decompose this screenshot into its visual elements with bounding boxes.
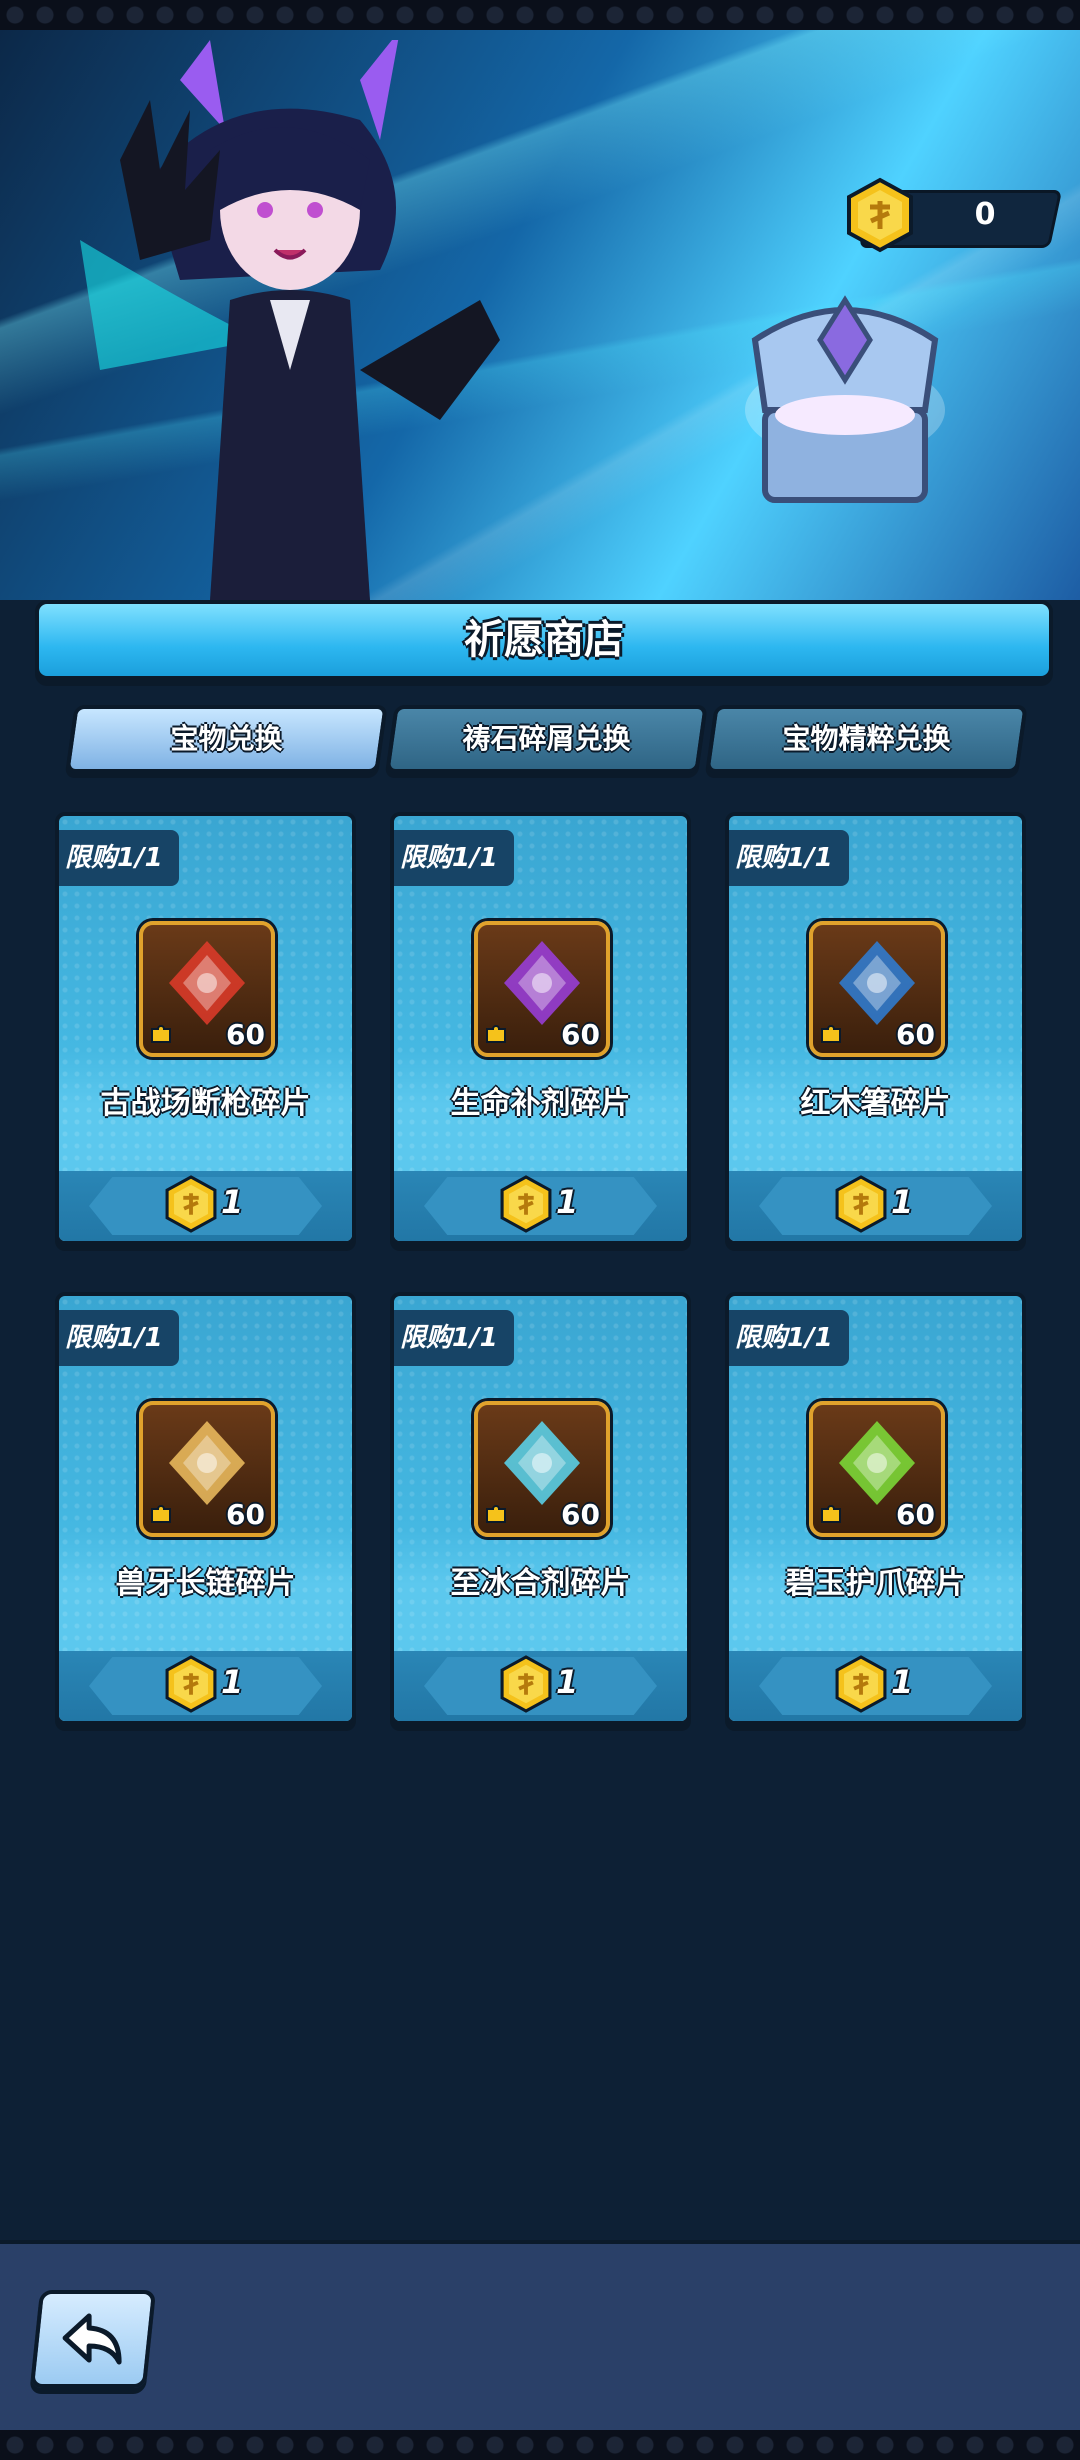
top-frame (0, 0, 1080, 30)
character-illustration (80, 40, 500, 600)
item-icon-frame: 60 (809, 1401, 945, 1537)
gold-coin-icon (835, 1175, 887, 1233)
item-name: 生命补剂碎片 (450, 1086, 631, 1121)
purchase-limit: 限购1/1 (65, 843, 163, 873)
bottom-panel (0, 2240, 1080, 2434)
back-arrow-icon (62, 2313, 122, 2365)
price-bar[interactable]: 1 (729, 1171, 1022, 1241)
item-name: 碧玉护爪碎片 (785, 1566, 966, 1601)
fragment-count: 60 (561, 1018, 600, 1051)
price-bar[interactable]: 1 (59, 1651, 352, 1721)
tab-treasure-essence-exchange[interactable]: 宝物精粹兑换 (705, 705, 1028, 773)
shop-item-card[interactable]: 限购1/1 60 兽牙长链碎片 1 (55, 1292, 356, 1725)
item-icon-frame: 60 (809, 921, 945, 1057)
item-name: 红木箸碎片 (800, 1086, 951, 1121)
fragment-icon (151, 1505, 171, 1523)
price-bar[interactable]: 1 (729, 1651, 1022, 1721)
item-icon-frame: 60 (474, 1401, 610, 1537)
tab-label: 宝物精粹兑换 (782, 722, 951, 755)
page-title: 祈愿商店 (464, 617, 624, 663)
treasure-chest-icon (745, 295, 945, 503)
fragment-count: 60 (561, 1498, 600, 1531)
tab-label: 祷石碎屑兑换 (462, 722, 631, 755)
item-icon-frame: 60 (139, 1401, 275, 1537)
item-price: 1 (891, 1663, 914, 1701)
purchase-limit: 限购1/1 (735, 1323, 833, 1353)
tab-treasure-exchange[interactable]: 宝物兑换 (65, 705, 388, 773)
fragment-icon (821, 1505, 841, 1523)
tab-prayer-stone-exchange[interactable]: 祷石碎屑兑换 (385, 705, 708, 773)
purchase-limit-badge: 限购1/1 (729, 1310, 849, 1366)
item-price: 1 (556, 1663, 579, 1701)
gold-coin-icon (165, 1655, 217, 1713)
purchase-limit-badge: 限购1/1 (59, 1310, 179, 1366)
item-icon-frame: 60 (139, 921, 275, 1057)
gold-coin-icon (847, 177, 913, 253)
price-bar[interactable]: 1 (394, 1171, 687, 1241)
back-button[interactable] (29, 2290, 157, 2388)
gold-coin-icon (500, 1655, 552, 1713)
fragment-icon (821, 1025, 841, 1043)
purchase-limit-badge: 限购1/1 (394, 1310, 514, 1366)
fragment-icon (486, 1505, 506, 1523)
item-price: 1 (221, 1183, 244, 1221)
shop-title-bar: 祈愿商店 (35, 600, 1053, 680)
gold-coin-icon (835, 1655, 887, 1713)
purchase-limit-badge: 限购1/1 (59, 830, 179, 886)
purchase-limit: 限购1/1 (400, 843, 498, 873)
gold-coin-icon (165, 1175, 217, 1233)
shop-item-card[interactable]: 限购1/1 60 红木箸碎片 1 (725, 812, 1026, 1245)
tab-bar: 宝物兑换 祷石碎屑兑换 宝物精粹兑换 (65, 705, 1028, 773)
fragment-count: 60 (226, 1498, 265, 1531)
gold-coin-icon (500, 1175, 552, 1233)
item-name: 至冰合剂碎片 (450, 1566, 631, 1601)
bottom-frame (0, 2430, 1080, 2460)
purchase-limit: 限购1/1 (400, 1323, 498, 1353)
price-bar[interactable]: 1 (59, 1171, 352, 1241)
purchase-limit-badge: 限购1/1 (394, 830, 514, 886)
item-icon-frame: 60 (474, 921, 610, 1057)
price-bar[interactable]: 1 (394, 1651, 687, 1721)
fragment-count: 60 (896, 1498, 935, 1531)
shop-item-card[interactable]: 限购1/1 60 碧玉护爪碎片 1 (725, 1292, 1026, 1725)
shop-item-card[interactable]: 限购1/1 60 生命补剂碎片 1 (390, 812, 691, 1245)
tab-label: 宝物兑换 (170, 722, 283, 755)
purchase-limit-badge: 限购1/1 (729, 830, 849, 886)
item-price: 1 (891, 1183, 914, 1221)
fragment-count: 60 (226, 1018, 265, 1051)
fragment-icon (486, 1025, 506, 1043)
purchase-limit: 限购1/1 (65, 1323, 163, 1353)
shop-item-card[interactable]: 限购1/1 60 至冰合剂碎片 1 (390, 1292, 691, 1725)
item-price: 1 (556, 1183, 579, 1221)
item-name: 兽牙长链碎片 (115, 1566, 296, 1601)
currency-display: 0 (845, 177, 1063, 253)
item-name: 古战场断枪碎片 (100, 1086, 311, 1121)
shop-banner: 0 (0, 30, 1080, 600)
fragment-icon (151, 1025, 171, 1043)
shop-item-card[interactable]: 限购1/1 60 古战场断枪碎片 1 (55, 812, 356, 1245)
currency-amount: 0 (974, 197, 996, 232)
item-price: 1 (221, 1663, 244, 1701)
fragment-count: 60 (896, 1018, 935, 1051)
purchase-limit: 限购1/1 (735, 843, 833, 873)
